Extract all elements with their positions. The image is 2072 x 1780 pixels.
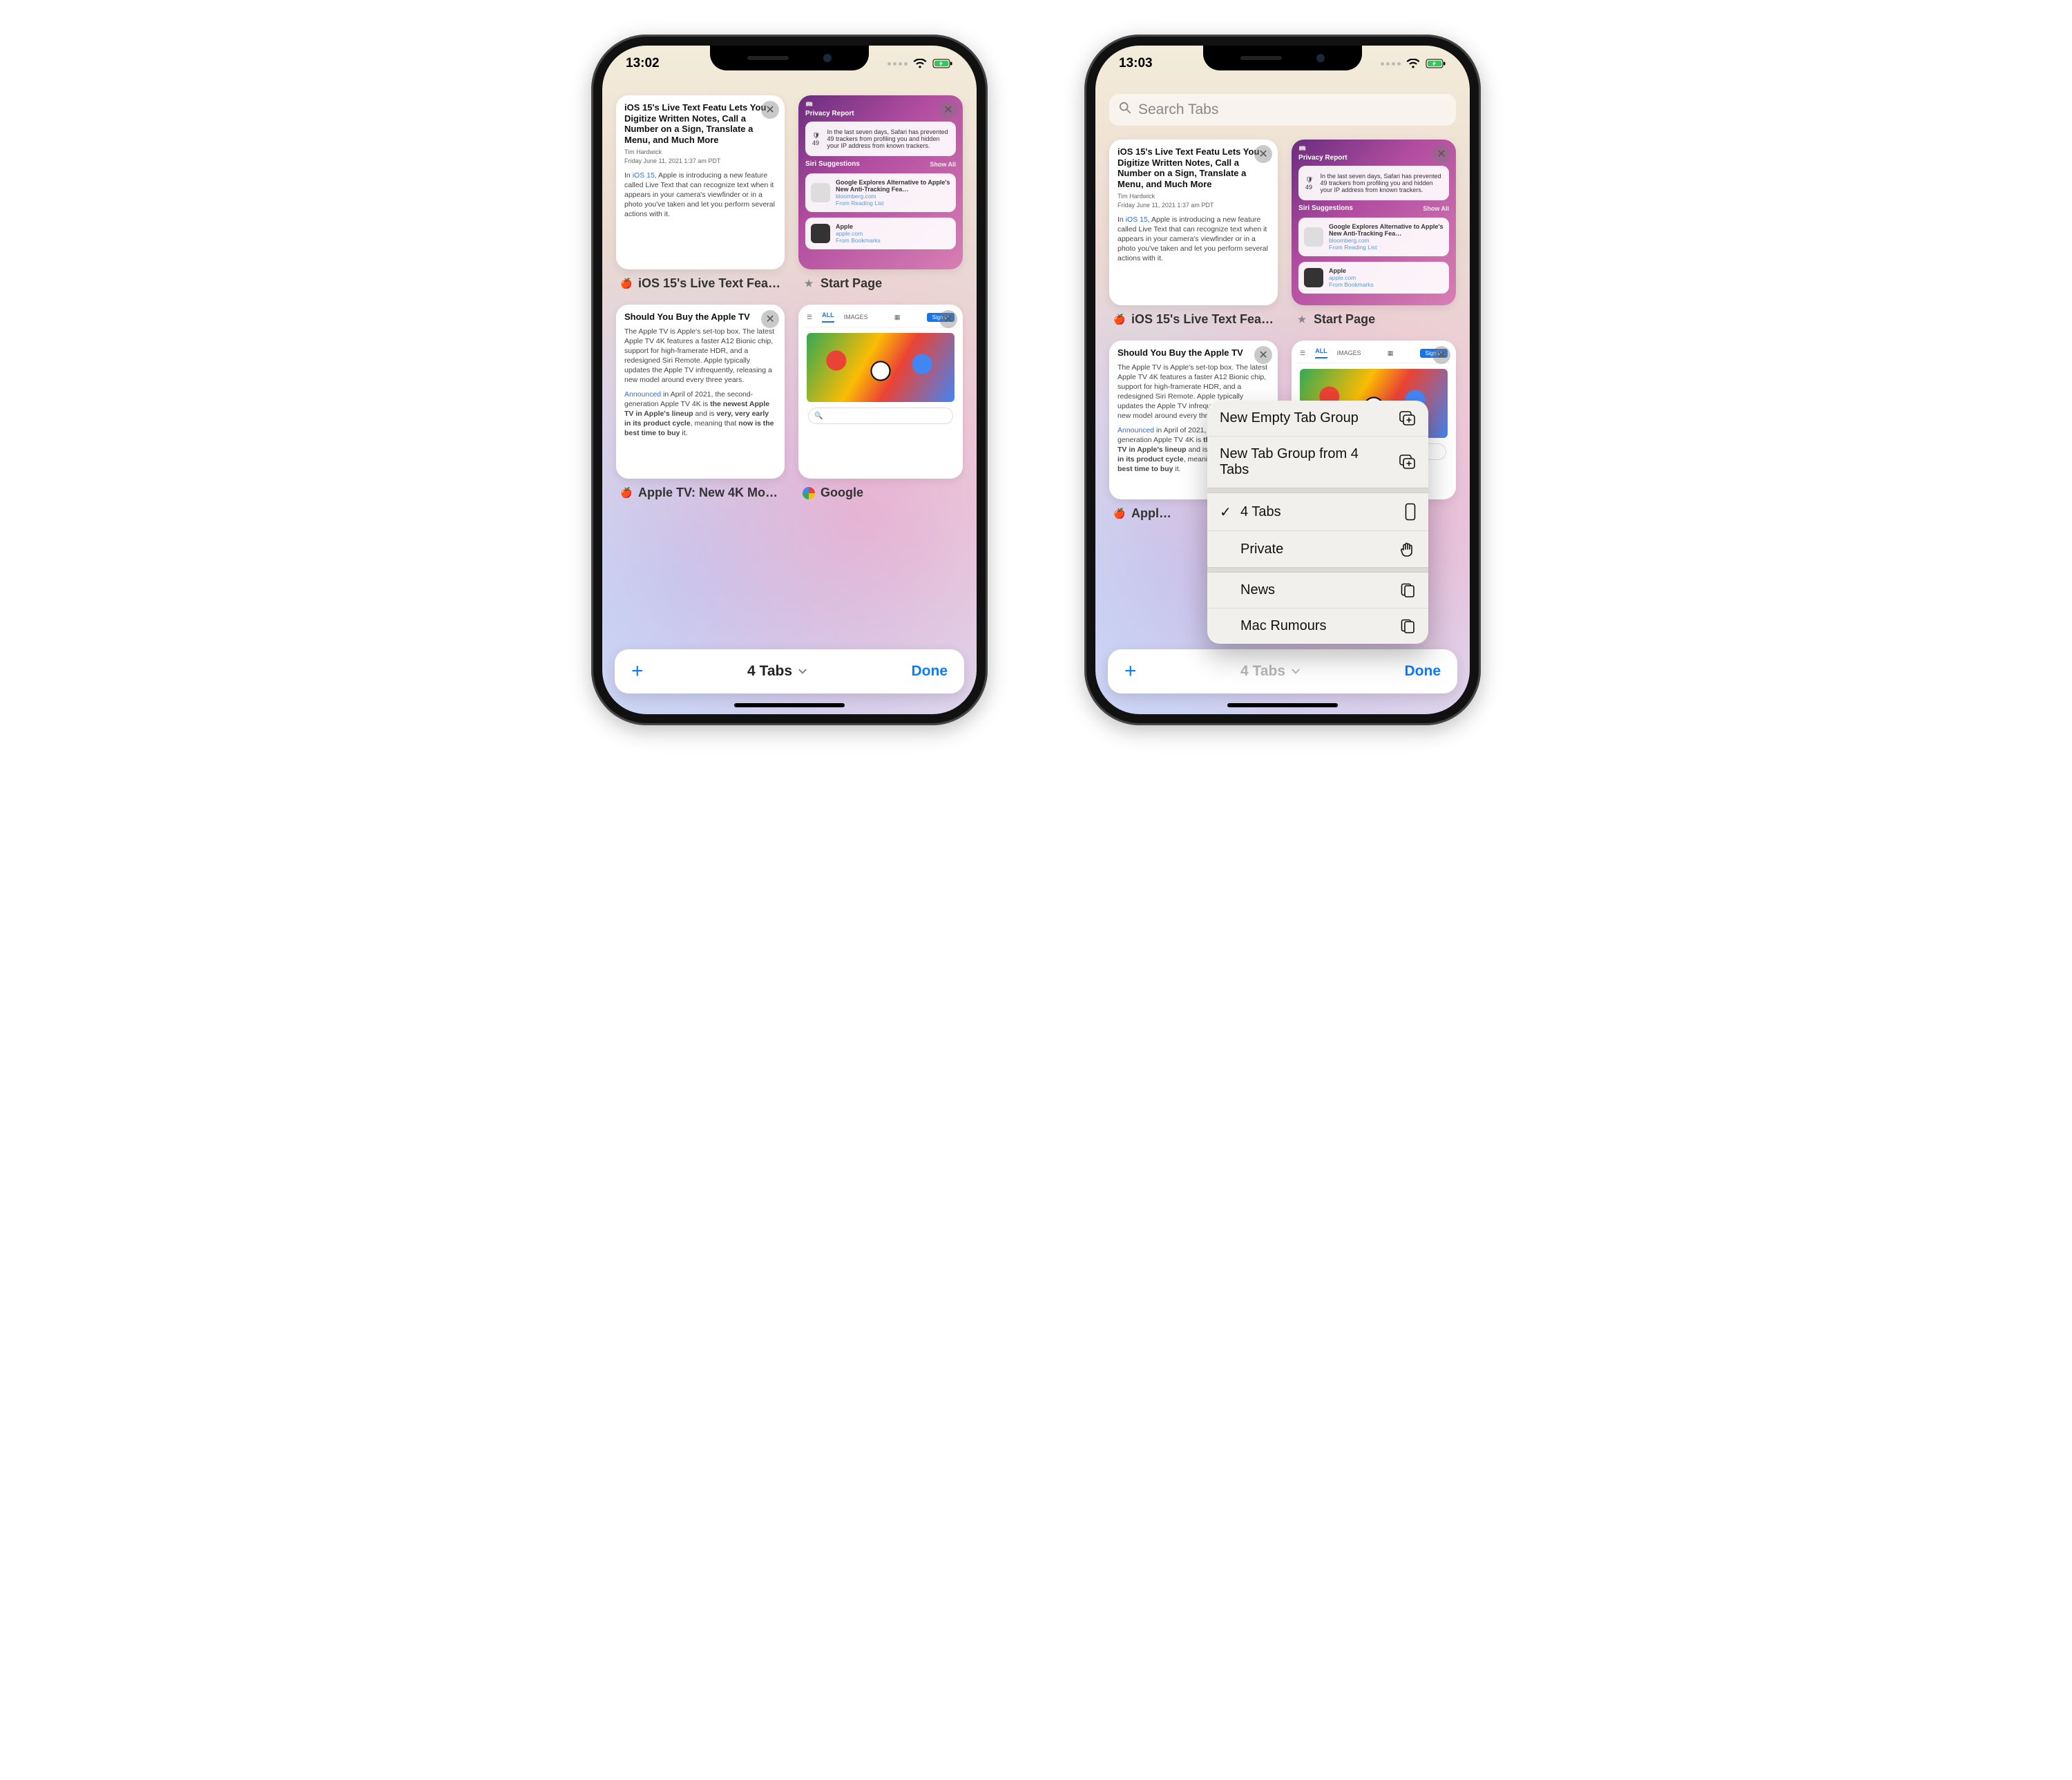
cell-signal-icon bbox=[1381, 62, 1401, 66]
notch bbox=[710, 46, 869, 70]
tab-overview: Search Tabs ✕ iOS 15's Live Text Featu L… bbox=[1095, 46, 1470, 714]
close-tab-icon[interactable]: ✕ bbox=[1432, 346, 1450, 364]
tab-group-icon bbox=[1401, 619, 1416, 634]
star-icon: ★ bbox=[803, 278, 815, 290]
notch bbox=[1203, 46, 1362, 70]
done-button[interactable]: Done bbox=[912, 663, 948, 680]
favicon: 🍎 bbox=[620, 487, 633, 499]
tab-overview: ✕ iOS 15's Live Text Featu Lets You Digi… bbox=[602, 46, 977, 714]
tab-card-ios15[interactable]: ✕ iOS 15's Live Text Featu Lets You Digi… bbox=[1109, 140, 1278, 327]
google-favicon bbox=[803, 487, 815, 499]
siri-suggestions-title: Siri Suggestions bbox=[805, 160, 860, 168]
tab-label: Start Page bbox=[821, 276, 882, 291]
new-group-icon bbox=[1399, 454, 1416, 470]
new-group-icon bbox=[1399, 411, 1416, 426]
checkmark-icon: ✓ bbox=[1220, 504, 1234, 521]
new-tab-button[interactable]: + bbox=[631, 660, 644, 683]
battery-icon bbox=[932, 59, 953, 68]
status-time: 13:02 bbox=[626, 56, 660, 71]
home-indicator[interactable] bbox=[1227, 703, 1338, 707]
wifi-icon bbox=[913, 59, 927, 68]
article-title: Should You Buy the Apple TV bbox=[624, 312, 776, 323]
close-tab-icon[interactable]: ✕ bbox=[761, 101, 779, 119]
privacy-report-title: Privacy Report bbox=[805, 110, 956, 117]
status-time: 13:03 bbox=[1119, 56, 1153, 71]
tab-label: Appl… bbox=[1131, 506, 1171, 521]
google-doodle bbox=[807, 333, 955, 402]
tab-label: iOS 15's Live Text Fea… bbox=[638, 276, 780, 291]
chevron-down-icon bbox=[798, 667, 807, 676]
search-placeholder: Search Tabs bbox=[1138, 102, 1218, 118]
menu-group-news[interactable]: News bbox=[1207, 573, 1428, 608]
close-tab-icon[interactable]: ✕ bbox=[761, 310, 779, 328]
tab-overview-toolbar: + 4 Tabs Done bbox=[615, 649, 964, 693]
tab-label: iOS 15's Live Text Fea… bbox=[1131, 312, 1274, 327]
hamburger-icon: ☰ bbox=[807, 314, 812, 321]
tab-label: Google bbox=[821, 486, 863, 500]
battery-icon bbox=[1426, 59, 1446, 68]
menu-current-tabs[interactable]: ✓4 Tabs bbox=[1207, 493, 1428, 530]
google-search-input: 🔍 bbox=[808, 408, 953, 424]
tab-group-picker[interactable]: 4 Tabs bbox=[1240, 663, 1301, 680]
tab-label: Start Page bbox=[1314, 312, 1375, 327]
hand-icon bbox=[1399, 541, 1416, 557]
iphone-left: 13:02 ✕ iOS 15's Live Text Featu bbox=[591, 35, 988, 725]
apple-logo-icon bbox=[811, 224, 830, 243]
tab-card-ios15[interactable]: ✕ iOS 15's Live Text Featu Lets You Digi… bbox=[616, 95, 785, 291]
menu-new-group-from-tabs[interactable]: New Tab Group from 4 Tabs bbox=[1207, 436, 1428, 488]
menu-new-empty-group[interactable]: New Empty Tab Group bbox=[1207, 401, 1428, 436]
new-tab-button[interactable]: + bbox=[1124, 660, 1137, 683]
tab-card-appletv[interactable]: ✕ Should You Buy the Apple TV The Apple … bbox=[616, 305, 785, 500]
search-icon bbox=[1119, 102, 1131, 118]
tab-group-menu: New Empty Tab Group New Tab Group from 4… bbox=[1207, 401, 1428, 644]
search-icon: 🔍 bbox=[814, 412, 823, 420]
done-button[interactable]: Done bbox=[1405, 663, 1441, 680]
screen: 13:02 ✕ iOS 15's Live Text Featu bbox=[602, 46, 977, 714]
menu-private[interactable]: Private bbox=[1207, 530, 1428, 567]
favicon: 🍎 bbox=[620, 278, 633, 290]
tab-card-startpage[interactable]: ✕ 📖 Privacy Report 🛡49 In the last seven… bbox=[798, 95, 963, 291]
apps-grid-icon: ▦ bbox=[894, 314, 901, 321]
tab-overview-toolbar: + 4 Tabs Done bbox=[1108, 649, 1457, 693]
cell-signal-icon bbox=[888, 62, 908, 66]
tab-label: Apple TV: New 4K Mo… bbox=[638, 486, 778, 500]
search-tabs-field[interactable]: Search Tabs bbox=[1109, 94, 1456, 126]
screen: 13:03 Search Tabs bbox=[1095, 46, 1470, 714]
close-tab-icon[interactable]: ✕ bbox=[1254, 145, 1272, 163]
tab-group-picker[interactable]: 4 Tabs bbox=[747, 663, 807, 680]
shield-icon: 🛡49 bbox=[812, 132, 820, 146]
tab-card-startpage[interactable]: ✕ 📖 Privacy Report 🛡49In the last seven … bbox=[1292, 140, 1456, 327]
home-indicator[interactable] bbox=[734, 703, 845, 707]
menu-group-macrumours[interactable]: Mac Rumours bbox=[1207, 608, 1428, 644]
chevron-down-icon bbox=[1291, 667, 1301, 676]
tab-card-google[interactable]: ✕ ☰ALLIMAGES▦Sign in 🔍 Google bbox=[798, 305, 963, 500]
phone-icon bbox=[1405, 503, 1416, 521]
close-tab-icon[interactable]: ✕ bbox=[1254, 346, 1272, 364]
article-title: iOS 15's Live Text Featu Lets You Digiti… bbox=[624, 102, 776, 145]
iphone-right: 13:03 Search Tabs bbox=[1084, 35, 1481, 725]
tab-group-icon bbox=[1401, 583, 1416, 598]
wifi-icon bbox=[1406, 59, 1420, 68]
close-tab-icon[interactable]: ✕ bbox=[939, 310, 957, 328]
